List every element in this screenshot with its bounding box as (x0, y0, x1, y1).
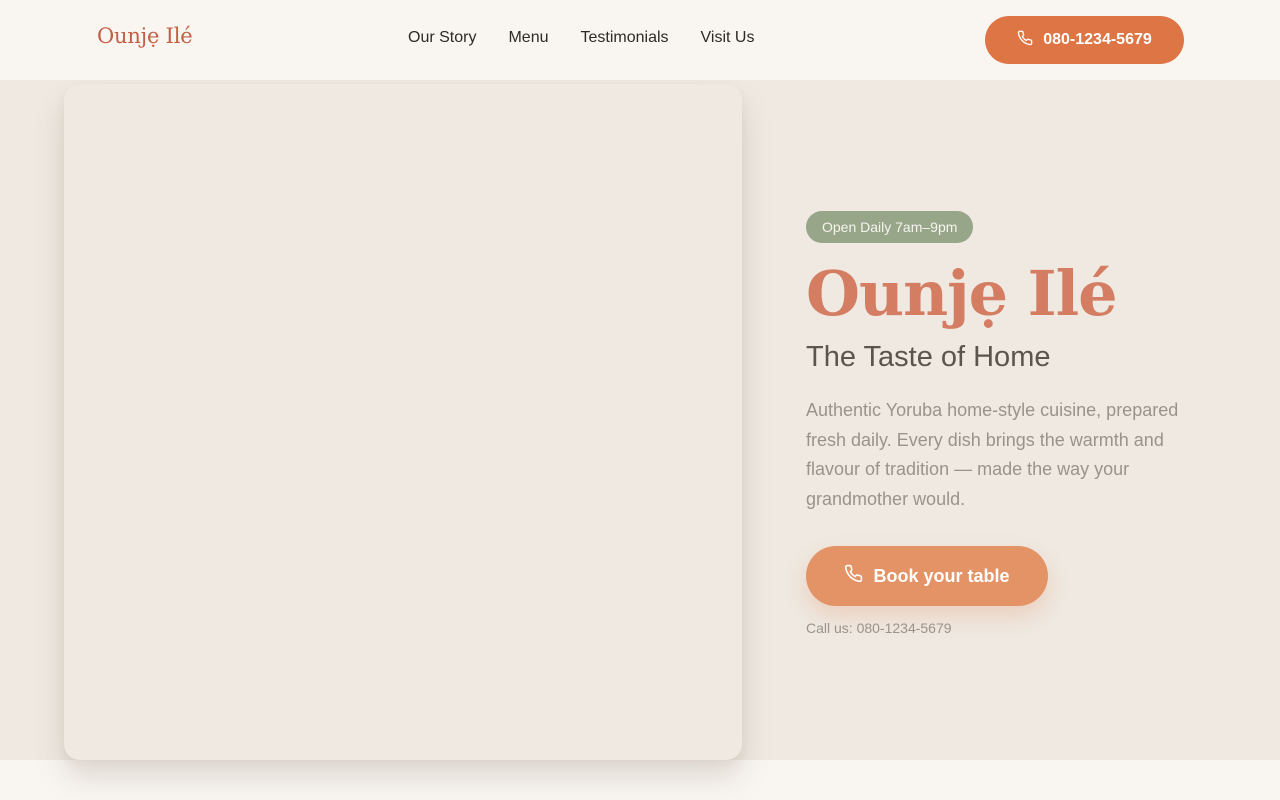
nav-item-menu[interactable]: Menu (508, 29, 548, 47)
header-phone-label: 080-1234-5679 (1043, 31, 1152, 48)
page-bottom-strip (0, 760, 1280, 800)
hero-copy: Open Daily 7am–9pm Ounjẹ Ilé The Taste o… (806, 211, 1206, 636)
logo[interactable]: Ounjẹ Ilé (97, 24, 193, 48)
call-us-text: Call us: 080-1234-5679 (806, 620, 952, 636)
hero-description: Authentic Yoruba home-style cuisine, pre… (806, 400, 1179, 509)
hero-title: Ounjẹ Ilé (806, 257, 1118, 330)
nav-item-our-story[interactable]: Our Story (408, 29, 476, 47)
book-table-button[interactable]: Book your table (806, 546, 1048, 606)
nav-item-visit-us[interactable]: Visit Us (701, 29, 755, 47)
phone-icon (1017, 30, 1033, 51)
nav-item-testimonials[interactable]: Testimonials (581, 29, 669, 47)
book-table-label: Book your table (873, 565, 1010, 586)
main-nav: Our Story Menu Testimonials Visit Us (408, 29, 754, 47)
header-phone-button[interactable]: 080-1234-5679 (985, 16, 1184, 64)
hours-badge: Open Daily 7am–9pm (806, 211, 974, 243)
hero-subtitle: The Taste of Home (806, 341, 1051, 373)
site-header: Ounjẹ Ilé Our Story Menu Testimonials Vi… (0, 0, 1280, 80)
hero-image (64, 84, 742, 760)
phone-icon (844, 564, 863, 588)
